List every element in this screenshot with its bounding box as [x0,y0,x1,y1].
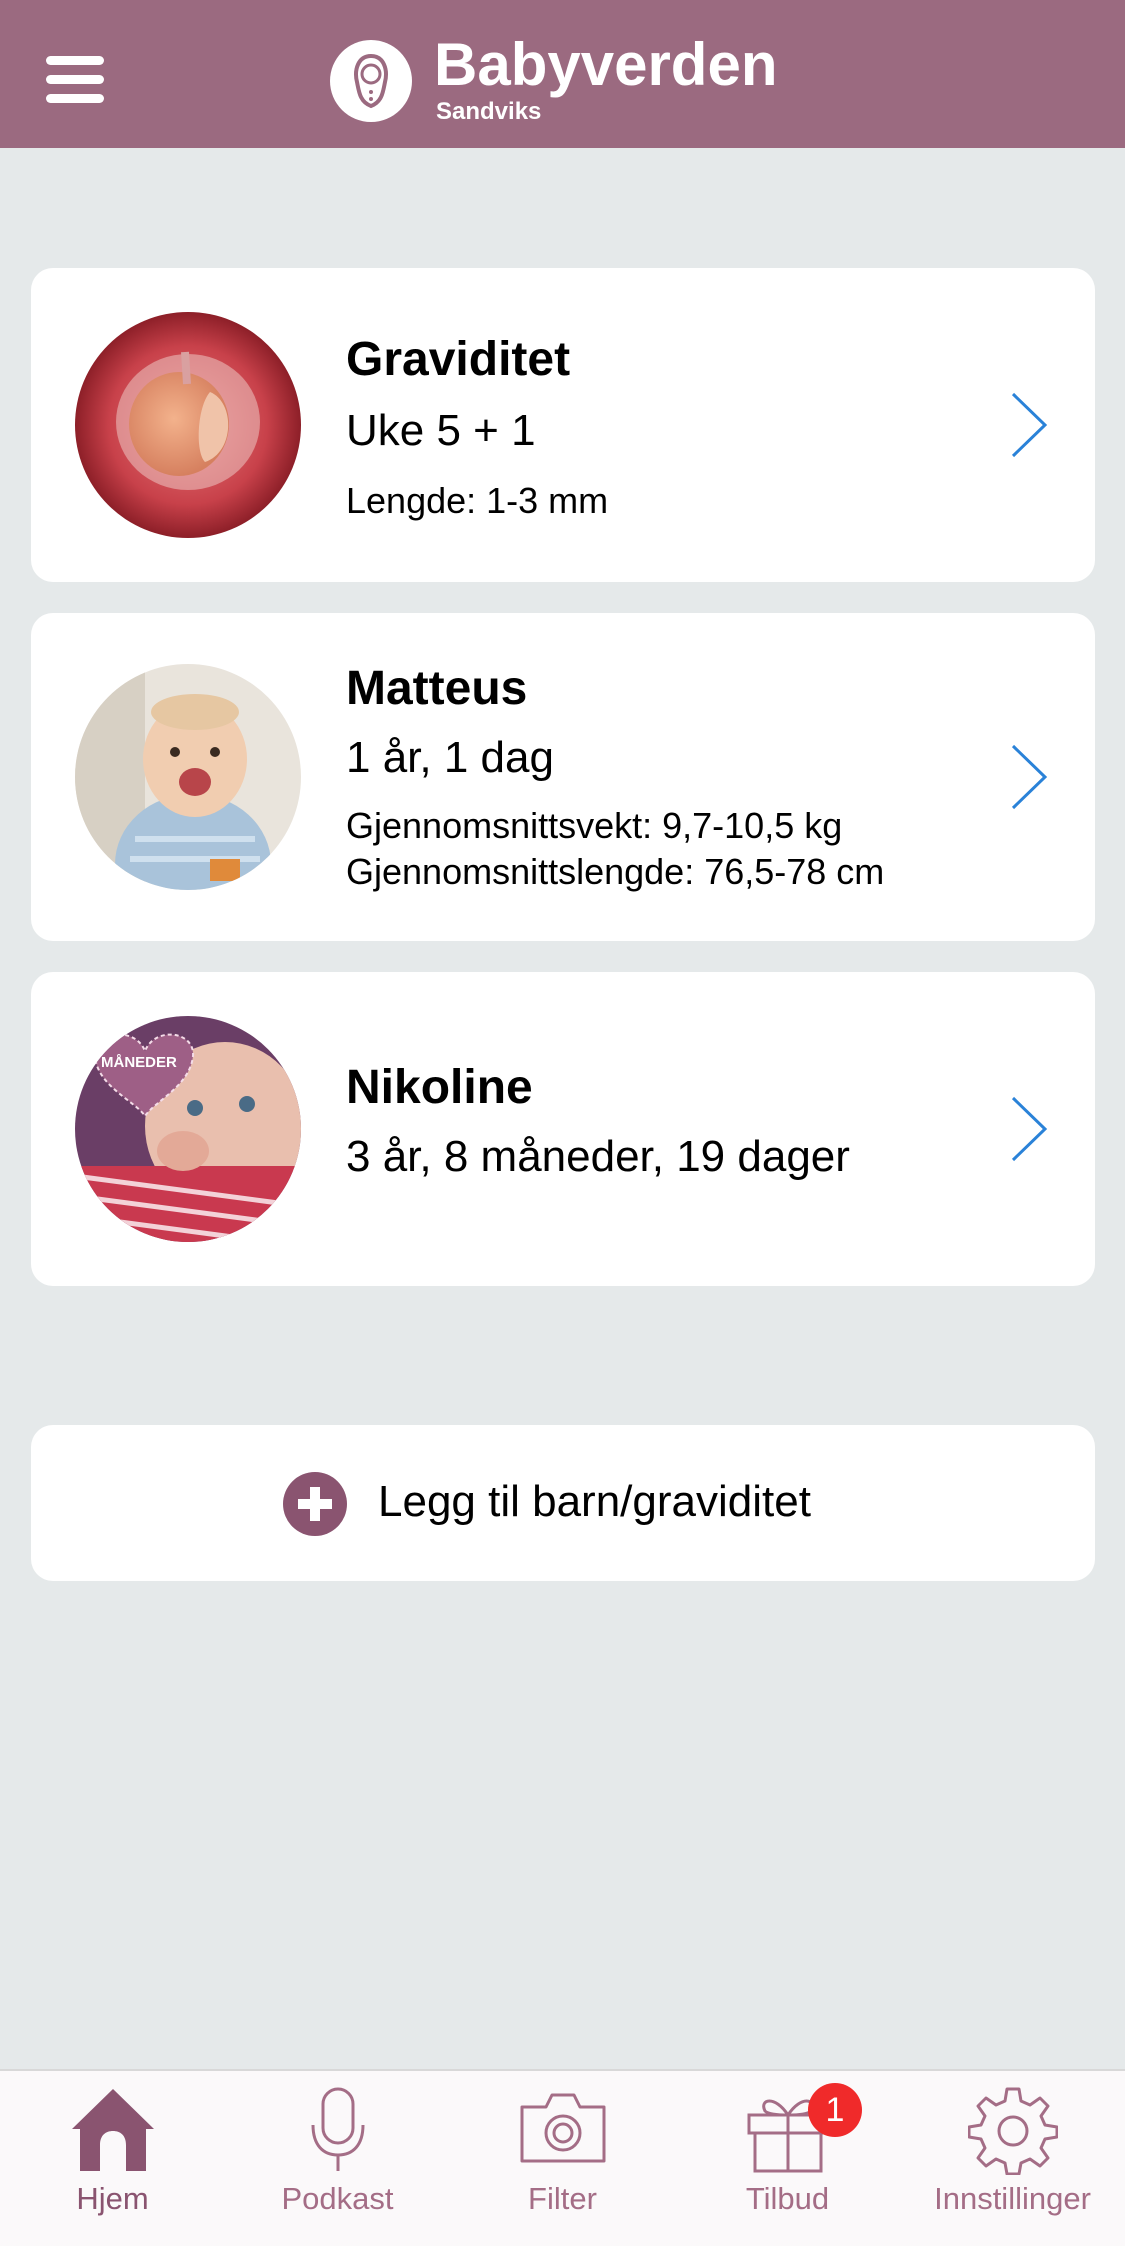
tab-filter[interactable]: Filter [450,2071,675,2246]
card-subtitle: 3 år, 8 måneder, 19 dager [346,1132,850,1181]
gear-icon [967,2087,1058,2175]
tab-label: Podkast [281,2181,394,2216]
menu-button[interactable] [46,56,104,104]
tab-tilbud[interactable]: 1 Tilbud [675,2071,900,2246]
microphone-icon [311,2087,364,2171]
baby-logo-icon [330,40,412,122]
tab-label: Hjem [76,2181,149,2216]
hamburger-icon-line [46,75,104,84]
child-card-nikoline[interactable]: MÅNEDER Nikoline 3 år, 8 måneder, 19 dag… [31,972,1095,1286]
card-title: Graviditet [346,333,571,386]
tab-label: Innstillinger [934,2181,1091,2216]
pregnancy-card[interactable]: Graviditet Uke 5 + 1 Lengde: 1-3 mm [31,268,1095,582]
card-subtitle: Uke 5 + 1 [346,406,536,455]
tab-podkast[interactable]: Podkast [225,2071,450,2246]
child-card-matteus[interactable]: Matteus 1 år, 1 dag Gjennomsnittsvekt: 9… [31,613,1095,941]
app-logo: Babyverden Sandviks [330,31,810,128]
hamburger-icon-line [46,94,104,103]
chevron-right-icon [1011,744,1048,810]
camera-icon [520,2093,605,2163]
notification-badge: 1 [808,2083,862,2137]
tab-label: Filter [528,2181,597,2216]
card-title: Nikoline [346,1061,533,1114]
plus-circle-icon [283,1472,347,1536]
card-detail: Gjennomsnittsvekt: 9,7-10,5 kg [346,805,843,846]
chevron-right-icon [1011,1096,1048,1162]
card-title: Matteus [346,662,528,715]
add-child-button[interactable]: Legg til barn/graviditet [31,1425,1095,1581]
chevron-right-icon [1011,392,1048,458]
image-text: MÅNEDER [101,1054,177,1071]
bottom-tab-bar: Hjem Podkast Filter 1 Tilbud Innstilling… [0,2069,1125,2246]
child-photo [75,664,301,890]
tab-innstillinger[interactable]: Innstillinger [900,2071,1125,2246]
card-subtitle: 1 år, 1 dag [346,733,554,782]
card-detail: Gjennomsnittslengde: 76,5-78 cm [346,851,885,892]
house-icon [71,2089,154,2171]
hamburger-icon-line [46,56,104,65]
app-header: Babyverden Sandviks [0,0,1125,148]
app-title: Babyverden [434,31,778,98]
card-detail: Lengde: 1-3 mm [346,480,609,521]
app-subtitle: Sandviks [436,98,542,125]
pregnancy-image [75,312,301,538]
add-child-label: Legg til barn/graviditet [378,1477,811,1526]
child-photo: MÅNEDER [75,1016,301,1242]
tab-hjem[interactable]: Hjem [0,2071,225,2246]
tab-label: Tilbud [745,2181,830,2216]
